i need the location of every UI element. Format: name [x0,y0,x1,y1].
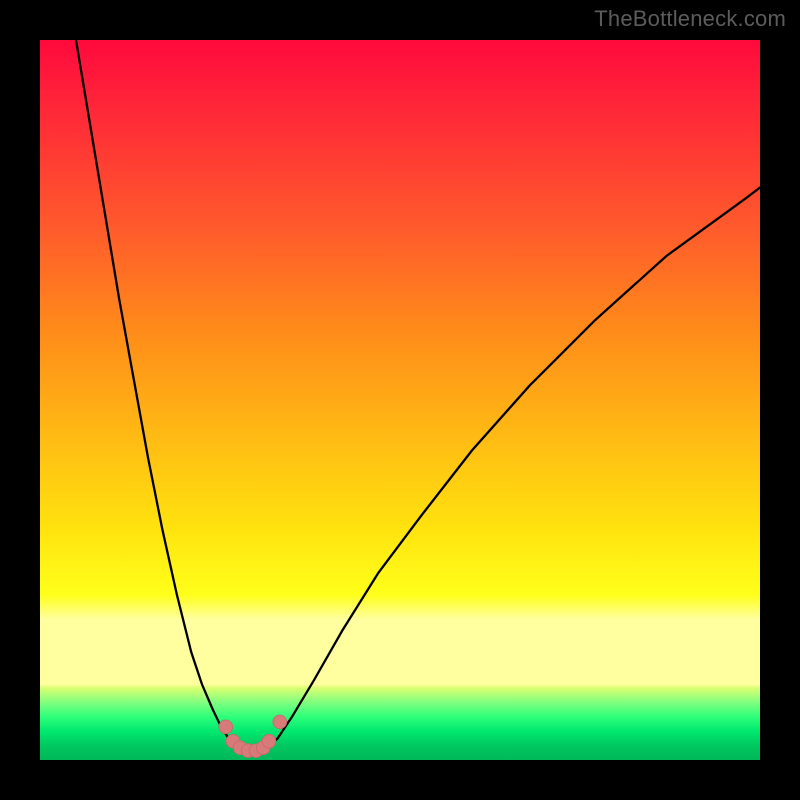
cluster-dot [273,715,287,729]
cluster-dot [219,720,233,734]
cluster-dot [262,734,276,748]
outer-black-frame: TheBottleneck.com [0,0,800,800]
plot-area [40,40,760,760]
watermark-text: TheBottleneck.com [594,6,786,32]
minimum-dot-cluster [40,40,760,760]
